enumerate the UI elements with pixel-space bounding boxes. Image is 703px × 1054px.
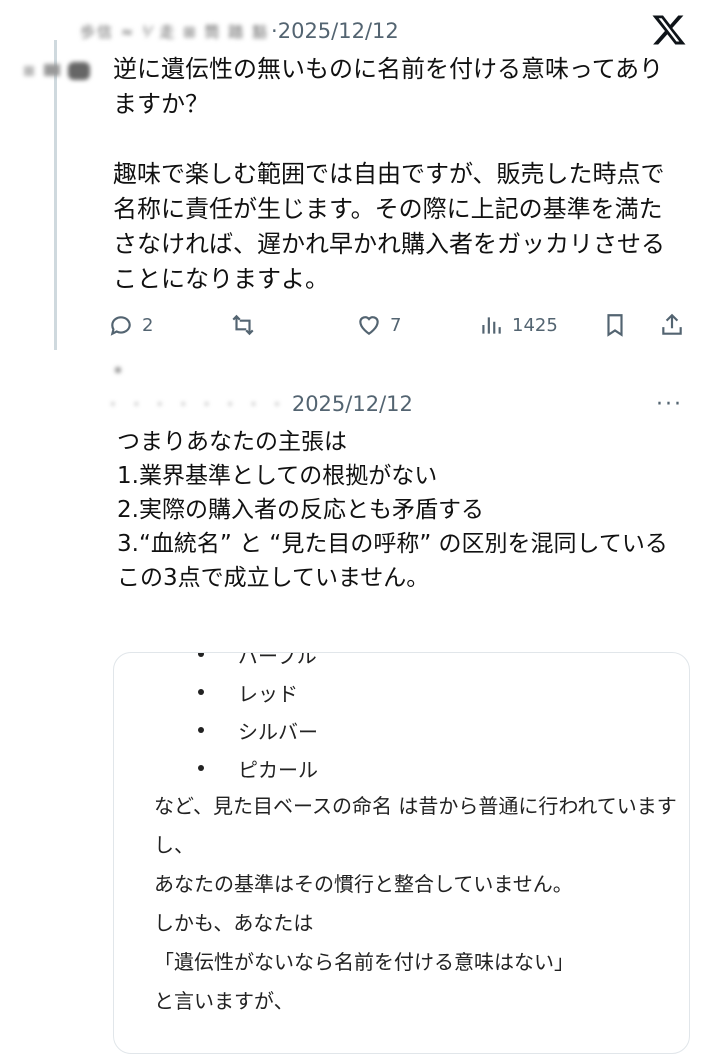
reply-icon xyxy=(110,316,131,336)
like-button[interactable]: 7 xyxy=(356,312,401,338)
post-body: つまりあなたの主張は 1.業界基準としての根拠がない 2.実際の購入者の反応とも… xyxy=(117,429,668,591)
bullet-icon xyxy=(198,727,204,733)
list-item-label: シルバー xyxy=(238,719,318,744)
bookmark-icon xyxy=(607,314,623,337)
views-button[interactable]: 1425 xyxy=(478,312,558,338)
bullet-icon xyxy=(198,765,204,771)
post-header: · · · · · · · · 2025/12/12 ··· xyxy=(110,388,683,420)
list-item: ピカール xyxy=(114,749,689,787)
share-icon xyxy=(662,313,682,335)
bar-chart-icon xyxy=(482,317,501,334)
list-item: レッド xyxy=(114,673,689,711)
post-header: 歩信 ≈ ⅟ 走 ⊞ 筒 踏 豁 ·2025/12/12 xyxy=(80,14,623,48)
post-actions: 2 7 1425 xyxy=(108,312,693,348)
reply-count: 2 xyxy=(142,314,154,336)
post-date[interactable]: ·2025/12/12 xyxy=(271,19,399,43)
post-date[interactable]: 2025/12/12 xyxy=(292,392,413,416)
repost-icon xyxy=(232,314,254,336)
x-logo-icon xyxy=(650,12,688,48)
post-body: 逆に遺伝性の無いものに名前を付ける意味ってありますか？ 趣味で楽しむ範囲では自由… xyxy=(113,55,665,293)
quoted-card[interactable]: パープル レッド シルバー ピカール など、見た目ベースの命名 は昔から普通に行… xyxy=(113,652,690,1054)
blurred-avatar xyxy=(110,362,150,376)
list-item: シルバー xyxy=(114,711,689,749)
quoted-text: など、見た目ベースの命名 は昔から普通に行われていますし、 あなたの基準はその慣… xyxy=(154,794,677,1013)
more-options-button[interactable]: ··· xyxy=(656,392,683,417)
thread-line xyxy=(54,40,57,350)
bullet-list: パープル レッド シルバー ピカール xyxy=(114,652,689,787)
author-handle[interactable]: · · · · · · · · xyxy=(110,394,286,415)
heart-icon xyxy=(359,316,379,335)
avatar[interactable] xyxy=(22,58,96,84)
list-item-label: パープル xyxy=(238,652,317,668)
list-item: パープル xyxy=(114,652,689,673)
list-item-label: レッド xyxy=(238,681,298,706)
author-handle[interactable]: 歩信 ≈ ⅟ 走 ⊞ 筒 踏 豁 xyxy=(80,21,269,42)
bullet-icon xyxy=(198,653,204,657)
share-button[interactable] xyxy=(659,312,685,338)
bullet-icon xyxy=(198,689,204,695)
view-count: 1425 xyxy=(512,314,558,336)
like-count: 7 xyxy=(390,314,402,336)
reply-button[interactable]: 2 xyxy=(108,312,153,338)
list-item-label: ピカール xyxy=(238,757,318,782)
repost-button[interactable] xyxy=(230,312,256,338)
bookmark-button[interactable] xyxy=(602,312,628,338)
